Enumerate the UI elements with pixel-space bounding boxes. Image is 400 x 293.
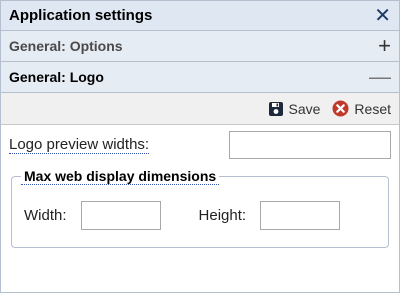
- section-general-options[interactable]: General: Options +: [1, 31, 399, 62]
- section-label: General: Options: [9, 38, 123, 54]
- width-label: Width:: [24, 207, 67, 224]
- panel-title: Application settings: [9, 7, 153, 24]
- reset-button[interactable]: Reset: [332, 100, 391, 117]
- logo-preview-row: Logo preview widths:: [9, 129, 391, 161]
- settings-panel: Application settings ✕ General: Options …: [0, 0, 400, 293]
- logo-preview-label: Logo preview widths:: [9, 136, 150, 154]
- dimensions-row: Width: Height:: [24, 201, 376, 230]
- close-icon[interactable]: ✕: [374, 6, 391, 26]
- section-label: General: Logo: [9, 69, 104, 85]
- max-dimensions-fieldset: Max web display dimensions Width: Height…: [11, 168, 389, 248]
- title-bar: Application settings ✕: [1, 1, 399, 31]
- toolbar: Save Reset: [1, 93, 399, 125]
- height-label: Height:: [198, 207, 247, 224]
- save-button[interactable]: Save: [268, 100, 321, 117]
- reset-label: Reset: [354, 100, 391, 117]
- red-x-circle-icon: [332, 100, 349, 117]
- logo-preview-widths-input[interactable]: [229, 131, 391, 159]
- save-label: Save: [288, 100, 321, 117]
- max-dimensions-legend: Max web display dimensions: [21, 168, 220, 185]
- section-general-logo[interactable]: General: Logo —: [1, 62, 399, 93]
- collapse-icon[interactable]: —: [369, 66, 391, 88]
- floppy-disk-icon: [268, 101, 284, 117]
- expand-icon[interactable]: +: [378, 35, 391, 57]
- width-input[interactable]: [80, 201, 161, 230]
- logo-form: Logo preview widths: Max web display dim…: [1, 129, 399, 248]
- height-input[interactable]: [260, 201, 341, 230]
